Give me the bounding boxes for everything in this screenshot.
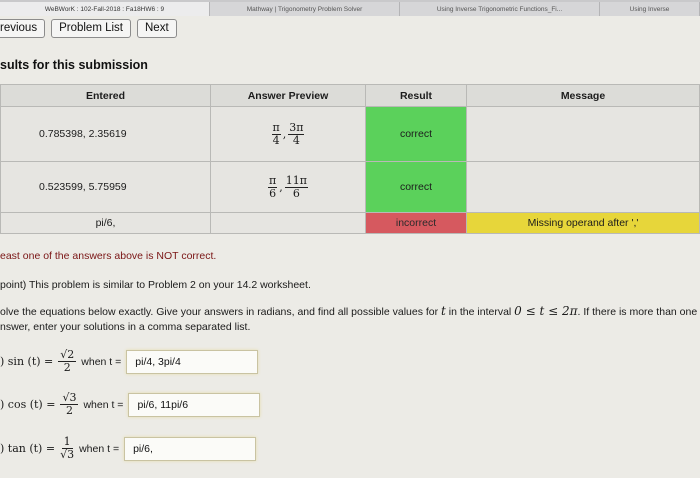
problem-navigation: revious Problem List Next <box>0 17 177 39</box>
answer-preview-cell: π6 , 11π 6 <box>210 161 366 213</box>
preview-numerator: 11π <box>284 173 308 188</box>
header-result: Result <box>365 84 467 107</box>
result-cell-correct: correct <box>365 161 467 213</box>
instructions-text: olve the equations below exactly. Give y… <box>0 306 442 318</box>
problem-list-button[interactable]: Problem List <box>51 18 131 38</box>
fraction-denominator: 2 <box>63 361 71 375</box>
preview-numerator: π <box>268 173 278 188</box>
answer-input-sin[interactable]: pi/4, 3pi/4 <box>126 349 259 374</box>
results-table: Entered Answer Preview Result Message 0.… <box>0 84 700 234</box>
results-header-row: Entered Answer Preview Result Message <box>0 84 700 107</box>
header-answer-preview: Answer Preview <box>210 84 366 107</box>
preview-denominator: 4 <box>292 133 300 147</box>
status-warning: east one of the answers above is NOT cor… <box>0 250 217 262</box>
entered-cell: 0.785398, 2.35619 <box>0 106 211 162</box>
interval-math: 0 ≤ t ≤ 2π <box>514 304 578 318</box>
preview-numerator: π <box>271 120 281 135</box>
answer-preview-cell: π4 , 3π 4 <box>210 106 366 162</box>
browser-tab-strip: WeBWorK : 102-Fall-2018 : Fa18HW6 : 9 Ma… <box>0 0 700 16</box>
table-row: pi/6, incorrect Missing operand after ',… <box>0 212 700 234</box>
entered-cell: 0.523599, 5.75959 <box>0 161 211 213</box>
result-cell-incorrect: incorrect <box>365 212 467 234</box>
table-row: 0.523599, 5.75959 π6 , 11π 6 correct <box>0 161 700 213</box>
equation-tan: ) tan (t) = 1 √3 when t = pi/6, <box>0 435 257 462</box>
previous-button[interactable]: revious <box>0 18 46 38</box>
browser-tab-inverse[interactable]: Using Inverse <box>600 2 700 16</box>
equation-sin: ) sin (t) = √2 2 when t = pi/4, 3pi/4 <box>0 348 259 375</box>
problem-intro: point) This problem is similar to Proble… <box>0 279 311 291</box>
when-label: when t = <box>81 355 122 368</box>
preview-denominator: 4 <box>272 133 280 147</box>
equation-rhs-fraction: √2 2 <box>58 348 77 375</box>
browser-tab-mathway[interactable]: Mathway | Trigonometry Problem Solver <box>210 2 400 16</box>
header-entered: Entered <box>0 84 211 107</box>
next-button[interactable]: Next <box>137 18 177 38</box>
message-cell <box>466 161 700 213</box>
answer-preview-cell <box>210 212 366 234</box>
answer-preview-math: π6 , 11π 6 <box>268 173 308 200</box>
equation-rhs-fraction: √3 2 <box>60 391 79 418</box>
entered-cell: pi/6, <box>0 212 211 234</box>
table-row: 0.785398, 2.35619 π4 , 3π 4 correct <box>0 106 700 162</box>
equation-rhs-fraction: 1 √3 <box>60 435 75 462</box>
message-cell <box>466 106 700 162</box>
instructions-text: in the interval <box>445 306 515 318</box>
equation-cos: ) cos (t) = √3 2 when t = pi/6, 11pi/6 <box>0 391 261 418</box>
message-cell-warning: Missing operand after ',' <box>466 212 700 234</box>
instructions-text: . If there is more than one <box>577 306 698 318</box>
equation-lhs: ) cos (t) = <box>0 398 56 412</box>
preview-denominator: 6 <box>269 186 277 200</box>
header-message: Message <box>466 84 700 107</box>
preview-denominator: 6 <box>292 186 300 200</box>
preview-numerator: 3π <box>288 120 305 135</box>
answer-preview-math: π4 , 3π 4 <box>271 120 305 147</box>
problem-instructions: olve the equations below exactly. Give y… <box>0 304 700 335</box>
equation-lhs: ) sin (t) = <box>0 355 54 369</box>
fraction-denominator: √3 <box>60 448 75 462</box>
answer-input-tan[interactable]: pi/6, <box>124 436 257 461</box>
instructions-text: nswer, enter your solutions in a comma s… <box>0 321 251 333</box>
fraction-denominator: 2 <box>65 404 73 418</box>
when-label: when t = <box>83 398 124 411</box>
browser-tab-inverse-trig[interactable]: Using Inverse Trigonometric Functions_Fi… <box>400 2 600 16</box>
result-cell-correct: correct <box>365 106 467 162</box>
when-label: when t = <box>79 442 120 455</box>
answer-input-cos[interactable]: pi/6, 11pi/6 <box>128 392 261 417</box>
results-title: sults for this submission <box>0 58 148 72</box>
browser-tab-webwork[interactable]: WeBWorK : 102-Fall-2018 : Fa18HW6 : 9 <box>0 2 210 16</box>
equation-lhs: ) tan (t) = <box>0 442 56 456</box>
